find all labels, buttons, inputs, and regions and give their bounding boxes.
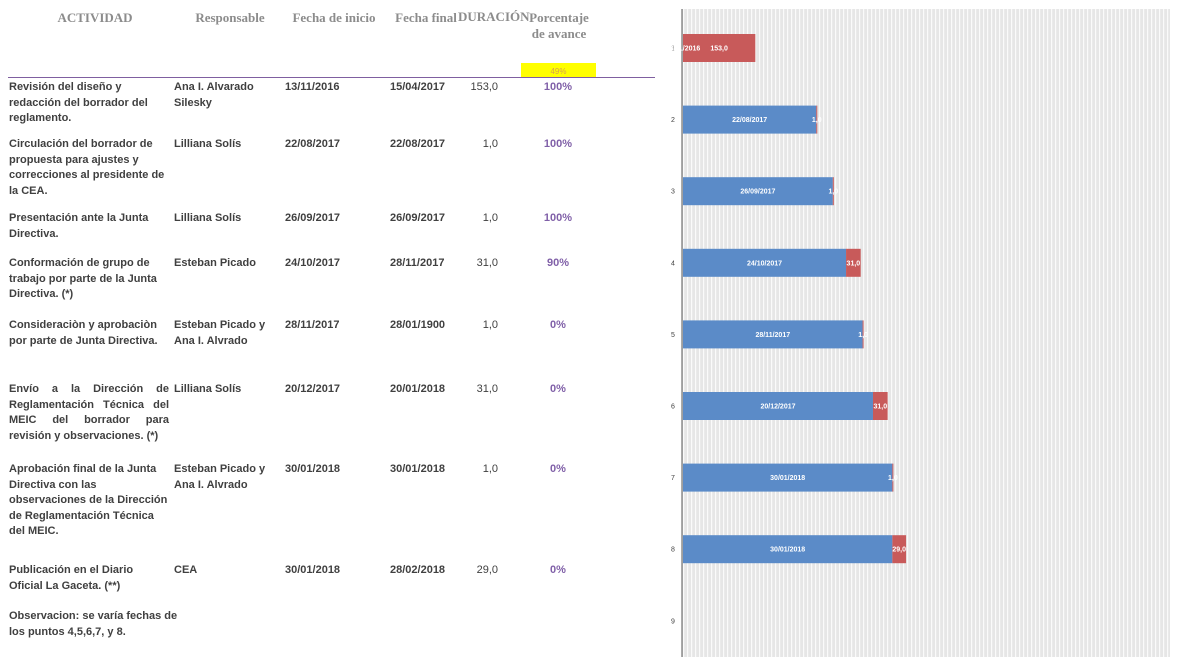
end-date-cell: 26/09/2017	[390, 212, 446, 224]
duration-cell: 31,0	[476, 257, 498, 269]
start-date-label: 24/10/2017	[747, 260, 782, 267]
duration-cell: 1,0	[482, 319, 498, 331]
duration-cell: 31,0	[476, 383, 498, 395]
row-number-label: 5	[671, 332, 675, 339]
end-date-cell: 28/02/2018	[390, 564, 446, 576]
duration-cell: 29,0	[476, 564, 498, 576]
header-fecha-inicio: Fecha de inicio	[292, 10, 376, 25]
start-date-cell: 22/08/2017	[285, 138, 341, 150]
progress-cell: 90%	[546, 257, 570, 269]
row-number-label: 7	[671, 475, 675, 482]
start-date-label: 30/01/2018	[770, 547, 805, 554]
duration-cell: 1,0	[482, 212, 498, 224]
duration-label: 31,0	[873, 404, 887, 411]
responsible-cell: Ana I. Alvarado Silesky	[174, 81, 254, 109]
start-date-cell: 30/01/2018	[285, 564, 341, 576]
start-date-label: 13/11/2016	[666, 46, 701, 53]
progress-cell: 100%	[543, 81, 573, 93]
summary-percent: 49%	[521, 63, 596, 77]
duration-label: 1,0	[812, 117, 822, 124]
start-date-label: 28/11/2017	[755, 332, 790, 339]
duration-label: 1,0	[828, 189, 838, 196]
duration-label: 1,0	[888, 475, 898, 482]
row-number-label: 8	[671, 547, 675, 554]
responsible-cell: Esteban Picado	[174, 257, 256, 269]
start-date-label: 22/08/2017	[732, 117, 767, 124]
progress-cell: 100%	[543, 212, 573, 224]
progress-cell: 0%	[550, 463, 566, 475]
activity-cell: Consideraciòn y aprobaciòn por parte de …	[9, 319, 158, 347]
progress-cell: 0%	[550, 319, 566, 331]
start-date-cell: 26/09/2017	[285, 212, 341, 224]
responsible-cell: Lilliana Solís	[174, 138, 242, 150]
progress-cell: 100%	[543, 138, 573, 150]
header-fecha-final: Fecha final	[395, 10, 457, 25]
progress-cell: 0%	[550, 383, 566, 395]
end-date-cell: 15/04/2017	[390, 81, 446, 93]
start-date-cell: 13/11/2016	[285, 81, 340, 93]
start-date-cell: 24/10/2017	[285, 257, 341, 269]
end-date-cell: 20/01/2018	[390, 383, 446, 395]
duration-cell: 1,0	[482, 138, 498, 150]
activity-cell: Aprobación final de la Junta Directiva c…	[9, 463, 168, 537]
responsible-cell: Lilliana Solís	[174, 212, 242, 224]
responsible-cell: CEA	[174, 564, 198, 576]
responsible-cell: Lilliana Solís	[174, 383, 242, 395]
progress-cell: 0%	[550, 564, 566, 576]
gantt-chart: 113/11/2016 153,02 22/08/2017 1,03 26/09/201…	[666, 9, 1170, 657]
duration-label: 31,0	[847, 260, 861, 267]
duration-cell: 153,0	[470, 81, 498, 93]
duration-label: 1,0	[858, 332, 868, 339]
header-divider	[8, 77, 655, 78]
header-duracion: DURACIÓN	[458, 9, 530, 24]
start-date-cell: 20/12/2017	[285, 383, 341, 395]
activity-cell: Presentación ante la Junta Directiva.	[9, 212, 149, 240]
start-date-cell: 30/01/2018	[285, 463, 341, 475]
responsible-cell: Esteban Picado y Ana I. Alvrado	[174, 319, 266, 347]
row-number-label: 4	[671, 260, 675, 267]
observation-note: Observacion: se varía fechas de los punt…	[9, 610, 178, 638]
header-responsable: Responsable	[195, 10, 265, 25]
activity-cell: Revisión del diseño y redacción del borr…	[9, 81, 148, 124]
start-date-cell: 28/11/2017	[285, 319, 340, 331]
activity-cell: Publicación en el Diario Oficial La Gace…	[9, 564, 134, 592]
duration-cell: 1,0	[482, 463, 498, 475]
end-date-cell: 30/01/2018	[390, 463, 446, 475]
end-date-cell: 28/11/2017	[390, 257, 445, 269]
duration-label: 153,0	[710, 46, 728, 53]
header-porcentaje: Porcentaje de avance	[529, 10, 589, 41]
start-date-label: 26/09/2017	[740, 189, 775, 196]
end-date-cell: 28/01/1900	[390, 319, 446, 331]
row-number-label: 6	[671, 404, 675, 411]
start-date-label: 20/12/2017	[760, 404, 795, 411]
row-number-label: 3	[671, 189, 675, 196]
header-actividad: ACTIVIDAD	[57, 10, 133, 25]
activity-cell: Envío a la Dirección de Reglamentación T…	[9, 383, 169, 442]
duration-label: 29,0	[892, 547, 906, 554]
row-number-label: 9	[671, 618, 675, 625]
end-date-cell: 22/08/2017	[390, 138, 446, 150]
responsible-cell: Esteban Picado y Ana I. Alvrado	[174, 463, 266, 491]
activity-cell: Conformación de grupo de trabajo por par…	[9, 257, 157, 300]
start-date-label: 30/01/2018	[770, 475, 805, 482]
activity-cell: Circulación del borrador de propuesta pa…	[9, 138, 165, 197]
row-number-label: 2	[671, 117, 675, 124]
